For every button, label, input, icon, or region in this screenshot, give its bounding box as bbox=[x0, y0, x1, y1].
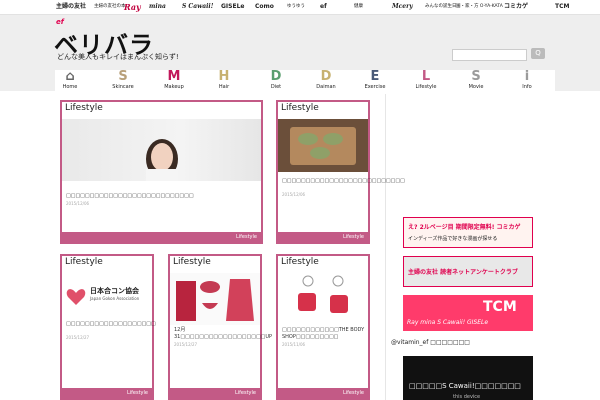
search-input[interactable] bbox=[452, 49, 527, 61]
card-footer-category[interactable]: Lifestyle bbox=[62, 232, 261, 242]
article-title[interactable]: □□□□□□□□□□□□THE BODY SHOP□□□□□□□□□ bbox=[282, 327, 368, 341]
nav-label: Diet bbox=[270, 84, 282, 90]
nav-item-hair[interactable]: H Hair bbox=[209, 70, 239, 90]
brand-link[interactable]: Ray bbox=[124, 1, 141, 13]
brand-link[interactable]: mina bbox=[149, 1, 166, 13]
banner-title: 主婦の友社 読者ネットアンケートクラブ bbox=[408, 269, 518, 276]
banner-title: え? 2ルページ目 期間限定無料! コミカゲ bbox=[408, 224, 521, 231]
article-card[interactable]: Lifestyle 日本合コン協会 Japan Gokon Associatio… bbox=[60, 254, 156, 400]
article-date: 2015/12/27 bbox=[66, 335, 90, 340]
card-category: Lifestyle bbox=[65, 257, 103, 267]
video-embed[interactable]: □□□□□S Cawaii!□□□□□□□ this device bbox=[403, 356, 533, 400]
org-name: 日本合コン協会 bbox=[90, 287, 139, 295]
lifestyle-icon: L bbox=[421, 69, 431, 84]
card-footer-category[interactable]: Lifestyle bbox=[278, 388, 368, 398]
nav-label: Skincare bbox=[112, 84, 134, 90]
lingerie-photo-icon bbox=[176, 279, 254, 321]
nav-label: Daiman bbox=[316, 84, 336, 90]
article-card[interactable]: Lifestyle □□□□□□□□□□□□□□□□□□□□□□□□□□□ 20… bbox=[60, 100, 263, 244]
food-photo-icon bbox=[290, 127, 356, 165]
article-image bbox=[170, 273, 260, 325]
woman-photo-icon bbox=[146, 139, 178, 183]
video-subtitle: this device bbox=[453, 394, 481, 400]
org-name-en: Japan Gokon Association bbox=[90, 296, 140, 301]
card-footer-category[interactable]: Lifestyle bbox=[278, 232, 368, 242]
article-image bbox=[62, 119, 261, 183]
article-date: 2015/12/27 bbox=[174, 342, 198, 347]
diet-icon: D bbox=[270, 69, 282, 84]
video-title: □□□□□S Cawaii!□□□□□□□ bbox=[409, 382, 521, 390]
brand-link[interactable]: Como bbox=[255, 1, 274, 13]
card-footer-category[interactable]: Lifestyle bbox=[62, 388, 152, 398]
nav-item-info[interactable]: i Info bbox=[512, 70, 542, 90]
brand-link[interactable]: みんなの誕生日 bbox=[425, 1, 457, 13]
nav-item-diet[interactable]: D Diet bbox=[261, 70, 291, 90]
makeup-icon: M bbox=[167, 69, 181, 84]
nav-label: Info bbox=[522, 84, 532, 90]
tcm-banner[interactable]: TCM Ray mina S Cawaii! GISELe bbox=[403, 295, 533, 331]
banner-title: TCM bbox=[483, 299, 517, 315]
banner-subtitle: インディーズ作品で好きな漫画が探せる bbox=[408, 236, 498, 242]
nav-label: Exercise bbox=[364, 84, 386, 90]
twitter-widget-title[interactable]: @vitamin_ef □□□□□□□ bbox=[391, 339, 470, 346]
search-button[interactable]: Q bbox=[531, 48, 545, 59]
brand-link[interactable]: ゆうゆう bbox=[287, 1, 305, 13]
brand-link[interactable]: コミカゲ bbox=[504, 1, 528, 13]
card-category: Lifestyle bbox=[281, 103, 319, 113]
nav-label: Lifestyle bbox=[415, 84, 437, 90]
info-icon: i bbox=[524, 69, 530, 84]
banner-subtitle: Ray mina S Cawaii! GISELe bbox=[407, 319, 489, 326]
nav-label: Hair bbox=[218, 84, 230, 90]
nav-label: Makeup bbox=[164, 84, 184, 90]
card-category: Lifestyle bbox=[65, 103, 103, 113]
brand-link[interactable]: Mcery bbox=[392, 1, 413, 13]
brand-link[interactable]: 主婦の友社 bbox=[56, 1, 86, 13]
article-date: 2015/11/06 bbox=[282, 342, 306, 347]
nav-item-home[interactable]: ⌂ Home bbox=[55, 70, 85, 90]
nav-item-skincare[interactable]: S Skincare bbox=[108, 70, 138, 90]
card-category: Lifestyle bbox=[281, 257, 319, 267]
nav-item-daiman[interactable]: D Daiman bbox=[311, 70, 341, 90]
article-image bbox=[278, 119, 368, 172]
article-title[interactable]: □□□□□□□□□□□□□□□□□□□□□□□□□□ bbox=[282, 178, 405, 185]
nav-label: Home bbox=[62, 84, 78, 90]
article-image bbox=[278, 273, 368, 325]
movie-icon: S bbox=[471, 69, 481, 84]
article-title[interactable]: □□□□□□□□□□□□□□□□□□□ bbox=[66, 321, 156, 328]
brand-link[interactable]: GISELe bbox=[221, 1, 244, 13]
article-title[interactable]: □□□□□□□□□□□□□□□□□□□□□□□□□□□ bbox=[66, 193, 256, 200]
card-footer-category[interactable]: Lifestyle bbox=[170, 388, 260, 398]
column-divider bbox=[385, 94, 386, 400]
home-icon: ⌂ bbox=[65, 69, 75, 84]
nav-item-makeup[interactable]: M Makeup bbox=[159, 70, 189, 90]
survey-club-banner[interactable]: 主婦の友社 読者ネットアンケートクラブ bbox=[403, 256, 533, 287]
brand-link[interactable]: 主婦の友社の本 bbox=[94, 1, 126, 13]
nav-label: Movie bbox=[468, 84, 484, 90]
brand-link[interactable]: 園・家・方 O-YA-KATA bbox=[456, 1, 503, 13]
article-card[interactable]: Lifestyle □□□□□□□□□□□□□□□□□□□□□□□□□□ 201… bbox=[276, 100, 405, 244]
article-card[interactable]: Lifestyle 12月31□□□□□□□□□□□□□□□□□□UP 2015… bbox=[168, 254, 272, 400]
brand-link[interactable]: TCM bbox=[555, 1, 569, 13]
skincare-icon: S bbox=[118, 69, 128, 84]
article-title[interactable]: 12月31□□□□□□□□□□□□□□□□□□UP bbox=[174, 327, 272, 341]
comicage-banner[interactable]: え? 2ルページ目 期間限定無料! コミカゲ インディーズ作品で好きな漫画が探せ… bbox=[403, 217, 533, 248]
exercise-icon: E bbox=[370, 69, 380, 84]
daiman-icon: D bbox=[320, 69, 332, 84]
category-nav: ⌂ Home S Skincare M Makeup H Hair D Diet… bbox=[55, 70, 555, 94]
nav-item-lifestyle[interactable]: L Lifestyle bbox=[411, 70, 441, 90]
article-date: 2015/12/06 bbox=[282, 192, 306, 197]
brand-link[interactable]: S Cawaii! bbox=[182, 1, 213, 13]
nav-item-exercise[interactable]: E Exercise bbox=[360, 70, 390, 90]
hair-icon: H bbox=[218, 69, 230, 84]
nav-item-movie[interactable]: S Movie bbox=[461, 70, 491, 90]
brand-link[interactable]: ef bbox=[320, 1, 327, 13]
article-card[interactable]: Lifestyle □□□□□□□□□□□□THE BODY SHOP□□□□□… bbox=[276, 254, 370, 400]
article-image: 日本合コン協会 Japan Gokon Association bbox=[62, 273, 152, 319]
brand-link[interactable]: 健康 bbox=[354, 1, 363, 13]
keychain-photo-icon bbox=[298, 275, 348, 313]
brand-bar: 主婦の友社 主婦の友社の本 Ray mina S Cawaii! GISELe … bbox=[0, 0, 600, 15]
article-date: 2015/12/06 bbox=[66, 201, 90, 206]
card-category: Lifestyle bbox=[173, 257, 211, 267]
tagline: どんな美人もキレイはまんぷく知らず! bbox=[57, 53, 179, 61]
